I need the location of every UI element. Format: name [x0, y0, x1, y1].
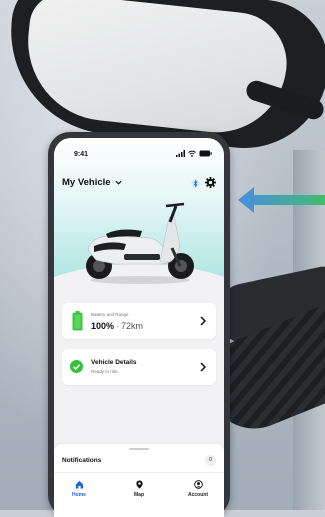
- battery-range-label: Battery and Range: [91, 312, 129, 317]
- vehicle-details-card[interactable]: Vehicle Details Ready to ride: [62, 349, 216, 385]
- home-icon: [75, 480, 83, 489]
- scooter-image: [86, 202, 194, 284]
- sheet-drag-handle[interactable]: [129, 448, 149, 450]
- bluetooth-icon[interactable]: [191, 178, 200, 189]
- map-pin-icon: [135, 480, 143, 489]
- wifi-icon: [188, 150, 196, 157]
- battery-percent: 100%: [91, 321, 115, 331]
- chevron-right-icon: [200, 362, 207, 372]
- battery-range-card[interactable]: Battery and Range 100% · 72km: [62, 303, 216, 339]
- battery-icon: [72, 311, 83, 331]
- status-bar: 9:41: [66, 150, 212, 161]
- tab-home[interactable]: Home: [59, 480, 99, 498]
- account-icon: [193, 480, 203, 489]
- status-time: 9:41: [74, 151, 89, 158]
- notifications-label[interactable]: Notifications: [62, 457, 101, 464]
- battery-status-icon: [199, 150, 212, 157]
- header: My Vehicle: [62, 177, 216, 191]
- chevron-down-icon: [115, 180, 122, 185]
- bottom-sheet: Notifications 0 Home Map Account: [54, 444, 224, 517]
- notifications-count-badge: 0: [205, 455, 216, 466]
- chevron-right-icon: [200, 316, 207, 326]
- tab-account[interactable]: Account: [178, 480, 218, 498]
- app-screen: 9:41 My Vehicle Battery and Range 100% ·…: [54, 138, 224, 517]
- phone: 9:41 My Vehicle Battery and Range 100% ·…: [48, 132, 230, 517]
- signal-icon: [176, 150, 185, 157]
- status-icons: [176, 150, 212, 157]
- tab-map[interactable]: Map: [119, 480, 159, 498]
- divider: [54, 472, 224, 473]
- page-title: My Vehicle: [62, 177, 111, 188]
- arrow-left-icon: [238, 187, 325, 213]
- settings-gear-icon[interactable]: [205, 177, 216, 188]
- tab-home-label: Home: [72, 492, 86, 498]
- check-circle-icon: [70, 360, 83, 373]
- vehicle-details-subtitle: Ready to ride: [91, 369, 118, 374]
- vehicle-selector[interactable]: My Vehicle: [62, 177, 122, 188]
- tab-map-label: Map: [134, 492, 144, 498]
- battery-range-value: 100% · 72km: [91, 321, 143, 331]
- vehicle-details-title: Vehicle Details: [91, 359, 137, 366]
- range-km: 72km: [121, 321, 144, 331]
- tab-account-label: Account: [188, 492, 208, 498]
- value-separator: ·: [116, 321, 120, 331]
